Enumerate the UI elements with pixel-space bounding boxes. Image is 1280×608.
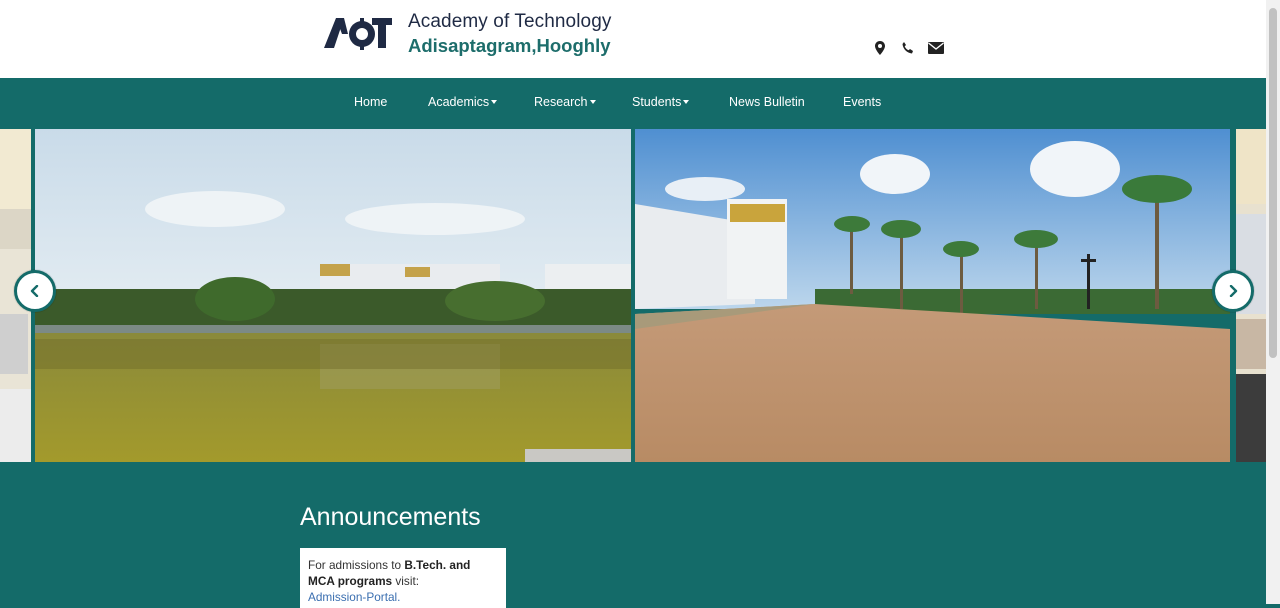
- caret-down-icon: [491, 100, 498, 104]
- site-header: Academy of Technology Adisaptagram,Hoogh…: [0, 0, 1266, 78]
- carousel-prev-button[interactable]: [14, 270, 56, 312]
- aot-logo[interactable]: [322, 14, 394, 54]
- slide-campus-pond: [35, 129, 631, 462]
- nav-students[interactable]: Students: [632, 95, 690, 109]
- main-navbar: Home Academics Research Students News Bu…: [0, 78, 1266, 128]
- nav-research[interactable]: Research: [534, 95, 596, 109]
- nav-academics[interactable]: Academics: [428, 95, 498, 109]
- page-scrollbar[interactable]: [1266, 0, 1280, 604]
- phone-icon[interactable]: [900, 40, 916, 56]
- announcement-text: For admissions to: [308, 558, 405, 572]
- site-title: Academy of Technology: [408, 11, 612, 32]
- chevron-left-icon: [30, 285, 39, 297]
- caret-down-icon: [589, 100, 596, 104]
- map-marker-icon[interactable]: [872, 40, 888, 56]
- envelope-icon[interactable]: [928, 40, 944, 56]
- image-carousel: [0, 128, 1266, 462]
- chevron-right-icon: [1229, 285, 1238, 297]
- nav-events[interactable]: Events: [843, 95, 881, 109]
- contact-icons: [872, 40, 944, 56]
- announcements-heading: Announcements: [300, 503, 481, 531]
- admission-portal-link[interactable]: Admission-Portal.: [308, 590, 400, 604]
- announcement-card: For admissions to B.Tech. and MCA progra…: [300, 548, 506, 608]
- nav-news-bulletin[interactable]: News Bulletin: [729, 95, 805, 109]
- carousel-next-button[interactable]: [1212, 270, 1254, 312]
- scrollbar-thumb[interactable]: [1269, 8, 1277, 358]
- announcement-visit: visit:: [392, 574, 419, 588]
- nav-home[interactable]: Home: [354, 95, 387, 109]
- caret-down-icon: [683, 100, 690, 104]
- slide-campus-courtyard: [635, 129, 1230, 462]
- site-subtitle: Adisaptagram,Hooghly: [408, 35, 611, 56]
